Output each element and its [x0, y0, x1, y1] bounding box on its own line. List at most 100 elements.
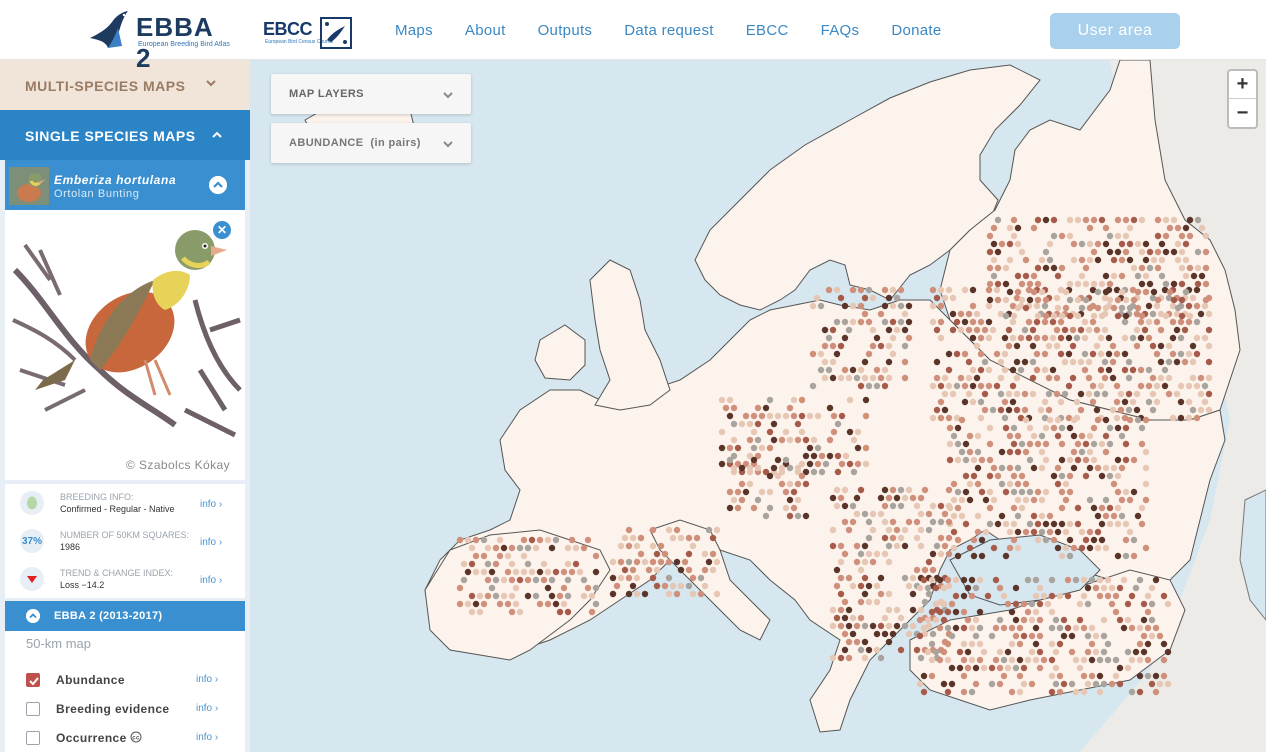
abundance-dot: [996, 648, 1004, 656]
species-header[interactable]: Emberiza hortulana Ortolan Bunting: [5, 160, 245, 210]
abundance-dot: [1066, 472, 1074, 480]
occurrence-option[interactable]: Occurrence cc info ›: [5, 726, 245, 750]
abundance-dot: [1062, 544, 1070, 552]
abundance-dot: [794, 436, 802, 444]
abundance-dot: [1061, 358, 1069, 366]
ebcc-logo[interactable]: EBCC European Bird Census Council: [263, 14, 355, 52]
abundance-dot: [1130, 488, 1138, 496]
abundance-dot: [1189, 342, 1197, 350]
abundance-dot: [869, 526, 877, 534]
zoom-out-button[interactable]: −: [1229, 99, 1256, 127]
abundance-dot: [1042, 536, 1050, 544]
abundance-dot: [950, 432, 958, 440]
occurrence-info-link[interactable]: info ›: [196, 732, 218, 743]
nav-faqs[interactable]: FAQs: [821, 22, 860, 39]
abundance-dot: [734, 488, 742, 496]
abundance-dot: [809, 302, 817, 310]
nav-about[interactable]: About: [465, 22, 506, 39]
occurrence-checkbox[interactable]: [26, 731, 40, 745]
abundance-dot: [1081, 366, 1089, 374]
abundance-dot: [1116, 680, 1124, 688]
abundance-dot: [580, 576, 588, 584]
chevron-up-icon: [212, 131, 222, 138]
abundance-dot: [1194, 248, 1202, 256]
abundance-checkbox[interactable]: [26, 673, 40, 687]
abundance-dot: [1189, 406, 1197, 414]
abundance-info-link[interactable]: info ›: [196, 674, 218, 685]
abundance-dot: [986, 472, 994, 480]
abundance-dot: [821, 374, 829, 382]
abundance-dot: [813, 294, 821, 302]
map-layers-dropdown[interactable]: MAP LAYERS: [271, 74, 471, 114]
abundance-dot: [1197, 310, 1205, 318]
ebba2-period-toggle[interactable]: EBBA 2 (2013-2017): [5, 601, 245, 631]
abundance-dot: [1090, 216, 1098, 224]
abundance-dot: [1014, 528, 1022, 536]
europe-map-canvas[interactable]: [250, 60, 1266, 752]
abundance-dot: [1053, 390, 1061, 398]
abundance-dot: [1073, 334, 1081, 342]
abundance-dot: [1038, 496, 1046, 504]
abundance-dot: [1013, 390, 1021, 398]
abundance-dot: [877, 510, 885, 518]
abundance-dot: [1036, 600, 1044, 608]
breeding-evidence-info-link[interactable]: info ›: [196, 703, 218, 714]
abundance-dot: [857, 646, 865, 654]
abundance-dot: [588, 608, 596, 616]
nav-ebcc[interactable]: EBCC: [746, 22, 789, 39]
abundance-dot: [1133, 390, 1141, 398]
abundance-dot: [1130, 456, 1138, 464]
user-area-button[interactable]: User area: [1050, 13, 1180, 49]
abundance-dot: [1074, 280, 1082, 288]
percent-badge: 37%: [20, 529, 44, 553]
trend-info-link[interactable]: info ›: [200, 575, 222, 586]
abundance-dot: [1005, 326, 1013, 334]
abundance-dot: [697, 590, 705, 598]
abundance-dot: [1134, 416, 1142, 424]
ebba2-logo[interactable]: EBBA 2 European Breeding Bird Atlas: [88, 6, 230, 73]
abundance-dropdown[interactable]: ABUNDANCE (in pairs): [271, 123, 471, 163]
abundance-dot: [1081, 318, 1089, 326]
abundance-dot: [1145, 318, 1153, 326]
collapse-species-icon[interactable]: [209, 176, 227, 194]
breeding-info-link[interactable]: info ›: [200, 499, 222, 510]
abundance-dot: [885, 542, 893, 550]
zoom-in-button[interactable]: +: [1229, 71, 1256, 99]
abundance-dot: [845, 374, 853, 382]
abundance-dot: [964, 664, 972, 672]
abundance-dot: [901, 342, 909, 350]
squares-info-link[interactable]: info ›: [200, 537, 222, 548]
abundance-dot: [1012, 584, 1020, 592]
abundance-dot: [1158, 272, 1166, 280]
abundance-dot: [1177, 350, 1185, 358]
abundance-dot: [1034, 280, 1042, 288]
abundance-dot: [1012, 664, 1020, 672]
single-species-maps-toggle[interactable]: SINGLE SPECIES MAPS: [0, 110, 250, 160]
abundance-dot: [512, 584, 520, 592]
abundance-dot: [1065, 382, 1073, 390]
nav-outputs[interactable]: Outputs: [538, 22, 593, 39]
abundance-dot: [778, 464, 786, 472]
nav-donate[interactable]: Donate: [891, 22, 941, 39]
abundance-dot: [1016, 672, 1024, 680]
abundance-dot: [726, 396, 734, 404]
nav-data-request[interactable]: Data request: [624, 22, 713, 39]
distribution-map[interactable]: MAP LAYERS ABUNDANCE (in pairs) + −: [250, 60, 1266, 752]
abundance-dot: [969, 286, 977, 294]
breeding-evidence-checkbox[interactable]: [26, 702, 40, 716]
abundance-dot: [1002, 280, 1010, 288]
squares-info-value: 1986: [60, 542, 81, 552]
nav-maps[interactable]: Maps: [395, 22, 433, 39]
abundance-dot: [693, 534, 701, 542]
abundance-dot: [1033, 334, 1041, 342]
abundance-dot: [997, 374, 1005, 382]
close-photo-icon[interactable]: ✕: [213, 221, 231, 239]
abundance-dot: [1082, 296, 1090, 304]
breeding-evidence-option[interactable]: Breeding evidence info ›: [5, 697, 245, 721]
abundance-option[interactable]: Abundance info ›: [5, 668, 245, 692]
squares-info-label: NUMBER OF 50KM SQUARES:: [60, 530, 190, 540]
abundance-dot: [1118, 288, 1126, 296]
abundance-dot: [1028, 600, 1036, 608]
abundance-dot: [957, 310, 965, 318]
abundance-dot: [1088, 576, 1096, 584]
